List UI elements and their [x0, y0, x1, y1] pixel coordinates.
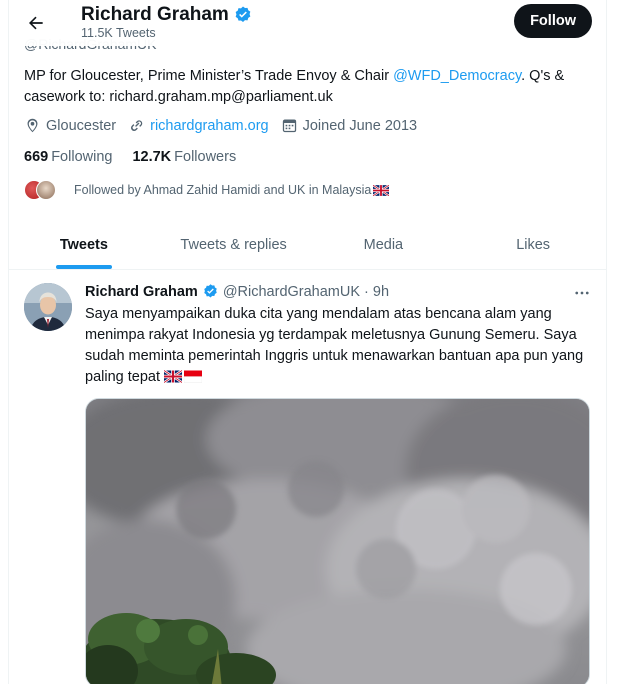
back-button[interactable] — [21, 8, 51, 38]
tweet-text: Saya menyampaikan duka cita yang mendala… — [85, 304, 595, 388]
following-label: Following — [51, 149, 113, 165]
eruption-photo — [86, 399, 589, 684]
profile-location: Gloucester — [24, 117, 116, 134]
tweet-author-avatar[interactable] — [24, 283, 72, 331]
tab-tweets-replies[interactable]: Tweets & replies — [159, 220, 309, 269]
profile-website[interactable]: richardgraham.org — [128, 117, 269, 134]
profile-tabs: Tweets Tweets & replies Media Likes — [9, 220, 606, 270]
profile-meta: Gloucester richardgraham.org Joined June… — [24, 117, 417, 134]
uk-flag-icon — [164, 370, 183, 383]
header-display-name: Richard Graham — [81, 4, 253, 26]
profile-stats: 669 Following 12.7K Followers — [24, 149, 236, 165]
followed-by-row[interactable]: Followed by Ahmad Zahid Hamidi and UK in… — [24, 180, 390, 200]
tab-media[interactable]: Media — [309, 220, 459, 269]
link-icon — [131, 120, 143, 132]
verified-badge-icon — [204, 284, 217, 298]
calendar-icon — [282, 119, 296, 133]
header-tweet-count: 11.5K Tweets — [81, 26, 156, 40]
tab-tweets-label: Tweets — [59, 236, 108, 253]
tweet-author-handle[interactable]: @RichardGrahamUK — [223, 284, 360, 300]
profile-page: @RichardGrahamUK Richard Graham 11.5K Tw… — [8, 0, 607, 684]
location-text: Gloucester — [46, 117, 117, 134]
tab-likes-label: Likes — [516, 236, 551, 253]
header-name-text: Richard Graham — [81, 4, 229, 25]
bio-text-start: MP for Gloucester, Prime Minister’s Trad… — [24, 68, 394, 84]
back-arrow-icon — [29, 16, 43, 30]
profile-header-bar: Richard Graham 11.5K Tweets Follow — [9, 0, 606, 46]
followers-stat[interactable]: 12.7K Followers — [132, 149, 236, 165]
tab-likes[interactable]: Likes — [458, 220, 606, 269]
tab-tweets-replies-label: Tweets & replies — [180, 236, 287, 253]
tweet-more-button[interactable] — [570, 281, 594, 305]
tweet-timestamp[interactable]: 9h — [373, 284, 389, 300]
separator-dot: · — [364, 283, 369, 300]
follower-avatar — [36, 180, 56, 200]
active-tab-indicator — [55, 265, 112, 269]
avatar-portrait — [24, 283, 72, 331]
followers-label: Followers — [174, 149, 237, 165]
tweet-media-image[interactable] — [85, 398, 590, 684]
tweet-header: Richard Graham @RichardGrahamUK · 9h — [85, 283, 389, 300]
followers-count: 12.7K — [132, 149, 172, 165]
bio-mention-link[interactable]: @WFD_Democracy — [393, 68, 521, 84]
website-link[interactable]: richardgraham.org — [150, 118, 268, 134]
location-icon — [27, 118, 38, 133]
verified-badge-icon — [235, 6, 251, 22]
tweet-card[interactable]: Richard Graham @RichardGrahamUK · 9h Say… — [9, 270, 606, 684]
indonesia-flag-icon — [184, 370, 203, 383]
tweet-author-name[interactable]: Richard Graham — [85, 284, 198, 300]
more-icon — [575, 291, 589, 295]
profile-bio: MP for Gloucester, Prime Minister’s Trad… — [24, 66, 589, 108]
joined-text: Joined June 2013 — [302, 117, 418, 134]
follow-button[interactable]: Follow — [514, 4, 592, 38]
tab-tweets[interactable]: Tweets — [9, 220, 159, 269]
uk-flag-icon — [373, 184, 390, 196]
profile-joined: Joined June 2013 — [281, 117, 418, 134]
following-stat[interactable]: 669 Following — [24, 149, 112, 165]
followed-by-text: Followed by Ahmad Zahid Hamidi and UK in… — [74, 183, 372, 197]
tweet-body: Saya menyampaikan duka cita yang mendala… — [85, 306, 584, 385]
tab-media-label: Media — [363, 236, 404, 253]
following-count: 669 — [24, 149, 49, 165]
